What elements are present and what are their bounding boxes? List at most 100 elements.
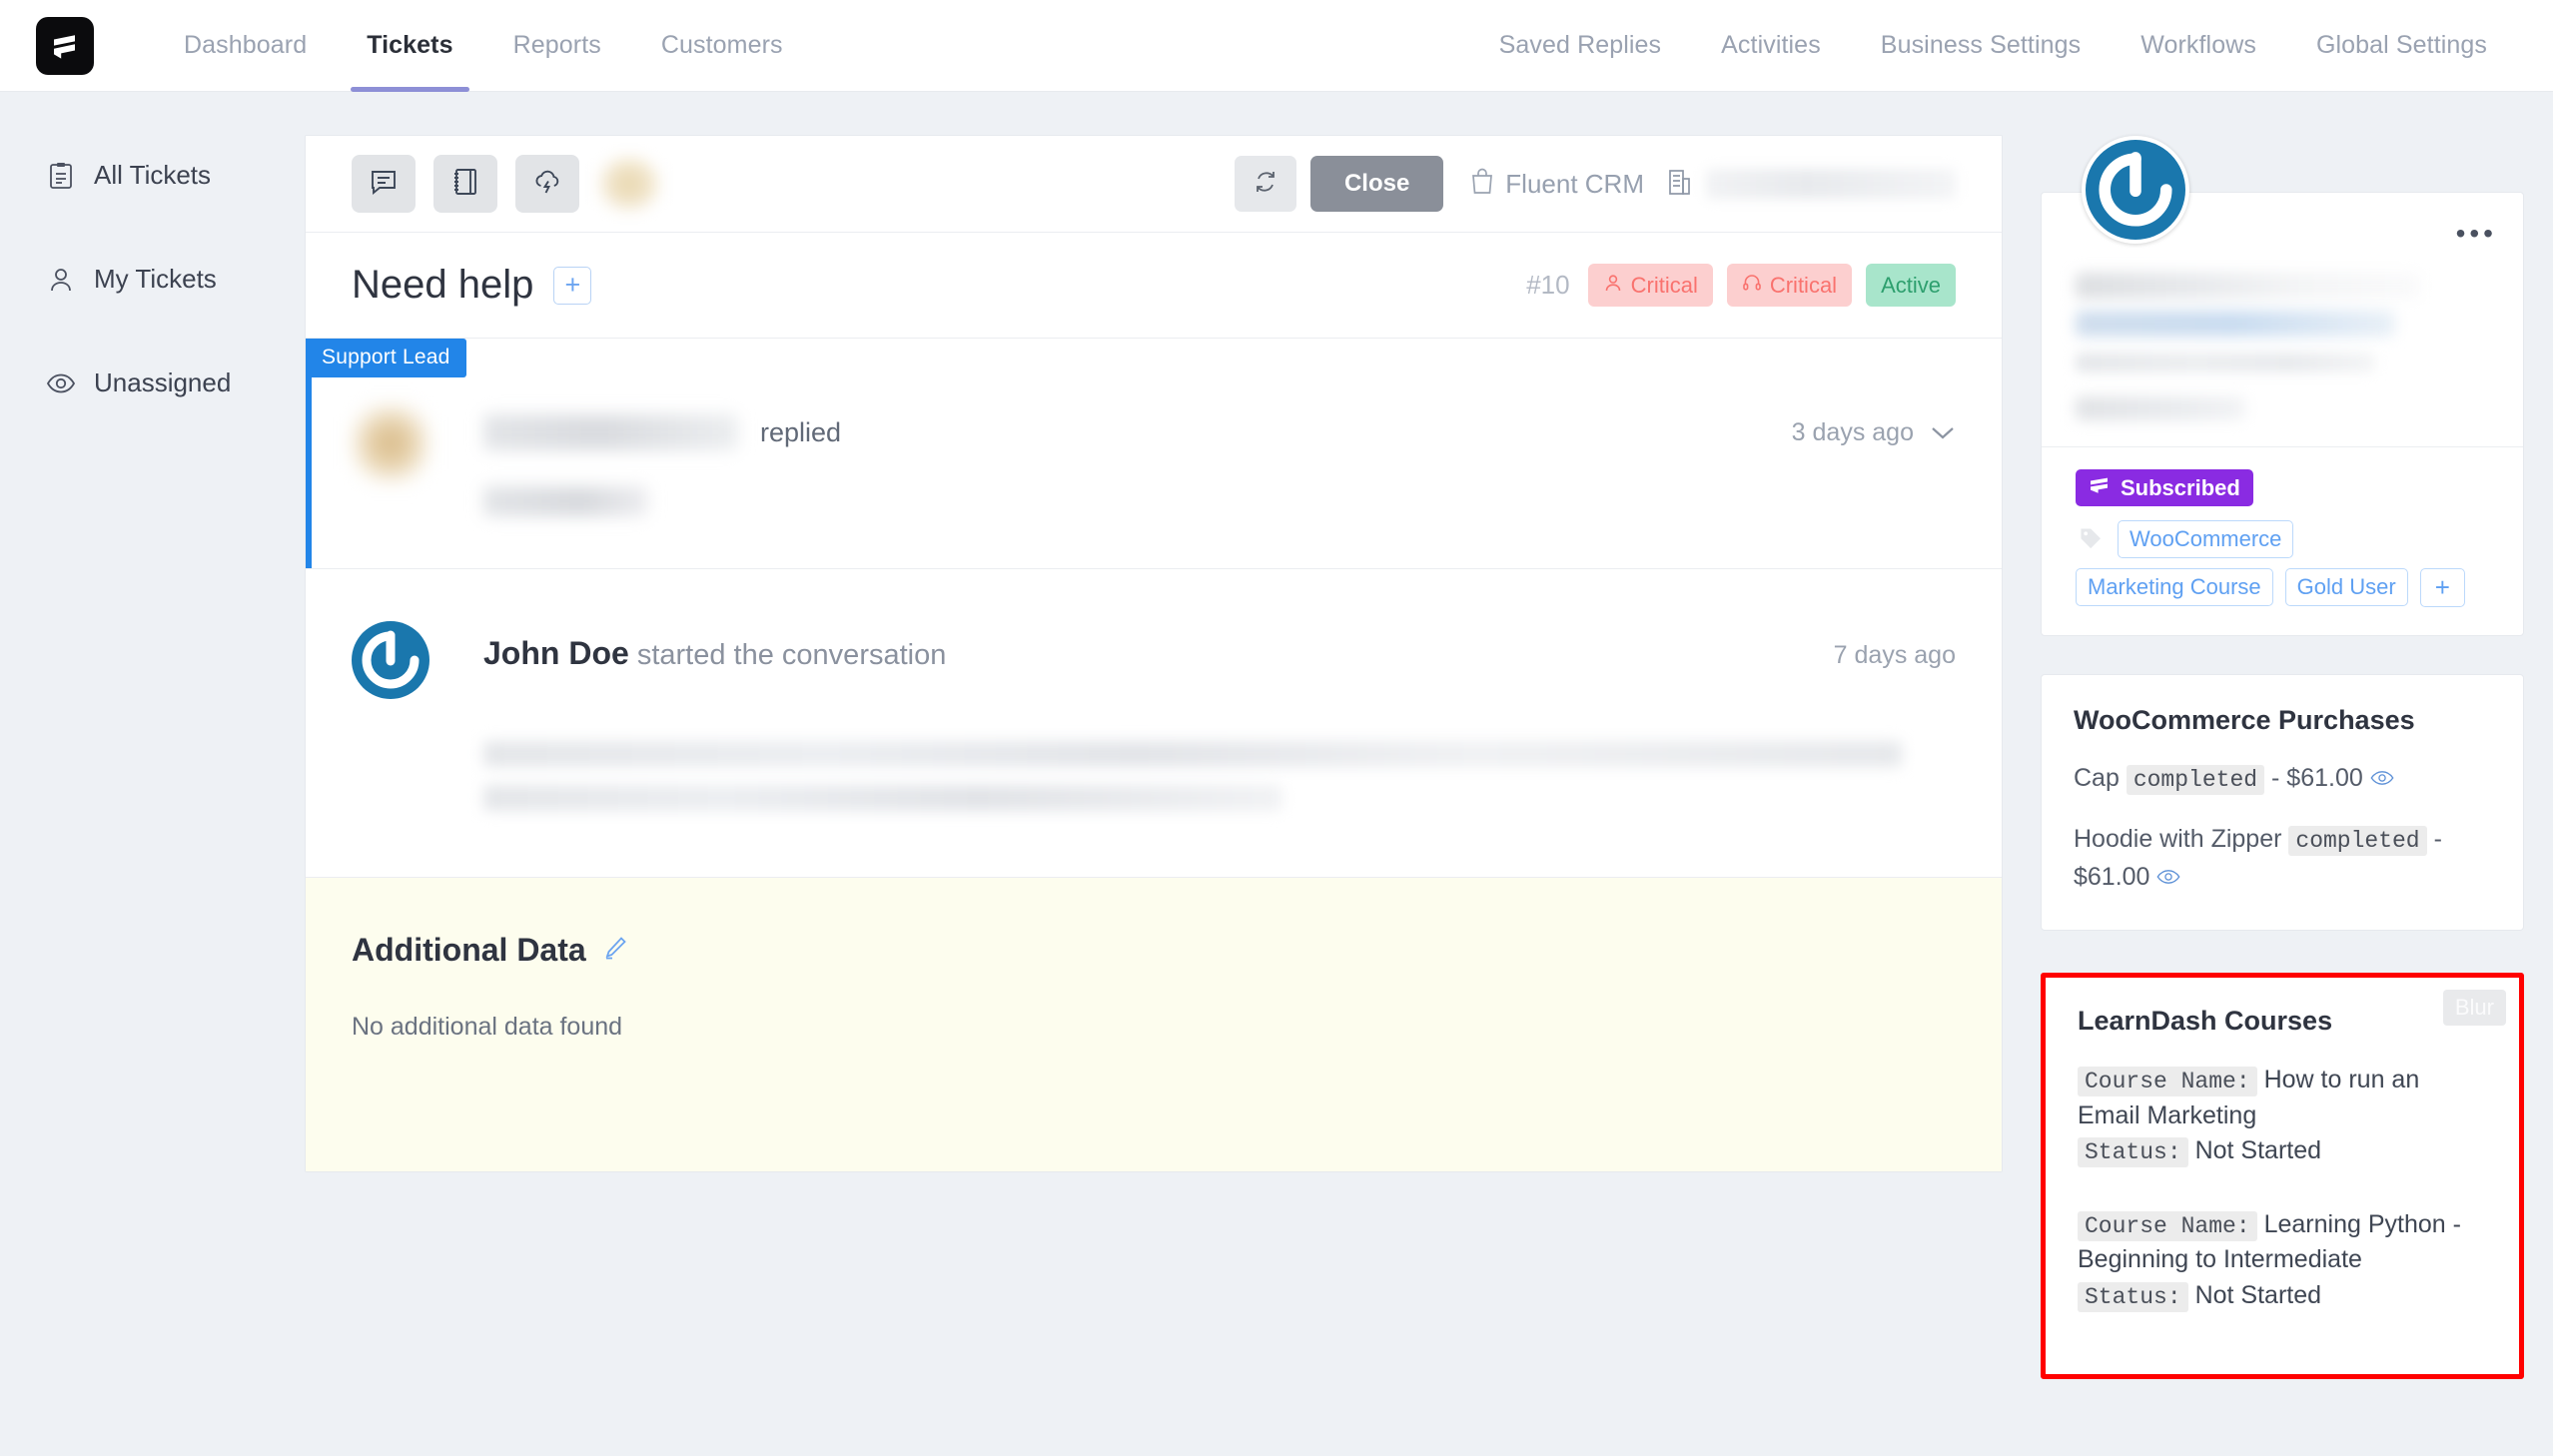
contact-extra-redacted: [2076, 396, 2245, 420]
reply-button[interactable]: [352, 155, 416, 213]
fluent-crm-link[interactable]: Fluent CRM: [1469, 167, 1644, 202]
nav-item-customers[interactable]: Customers: [631, 0, 813, 92]
nav-item-business-settings[interactable]: Business Settings: [1851, 0, 2111, 92]
app-logo[interactable]: [36, 16, 94, 75]
reply-action-label: replied: [760, 416, 842, 447]
status-badge-customer-priority[interactable]: Critical: [1587, 264, 1713, 307]
ellipsis-icon[interactable]: •••: [2456, 220, 2497, 248]
pencil-icon[interactable]: [602, 935, 628, 966]
badge-label: Critical: [1630, 272, 1698, 298]
course-status-label: Status:: [2078, 1281, 2188, 1312]
eye-icon[interactable]: [2370, 766, 2394, 791]
business-name-redacted: [1706, 169, 1956, 199]
contact-meta-redacted: [2076, 353, 2375, 372]
nav-item-dashboard[interactable]: Dashboard: [154, 0, 337, 92]
chevron-down-icon[interactable]: [1930, 418, 1956, 447]
purchase-name: Cap: [2074, 763, 2120, 792]
woocommerce-purchases-card: WooCommerce Purchases Cap completed - $6…: [2041, 673, 2524, 931]
course-name-line: Course Name: How to run an Email Marketi…: [2078, 1063, 2487, 1133]
purchase-separator: -: [2433, 825, 2442, 853]
badge-label: Critical: [1769, 272, 1838, 298]
reply-author-name-redacted: [483, 414, 738, 450]
additional-data-header: Additional Data: [352, 932, 1956, 969]
course-status-value: Not Started: [2194, 1280, 2322, 1309]
course-entry: Course Name: How to run an Email Marketi…: [2078, 1063, 2487, 1169]
refresh-icon: [1254, 170, 1277, 199]
additional-data-empty-text: No additional data found: [352, 1013, 623, 1041]
status-badge-agent-priority[interactable]: Critical: [1726, 264, 1853, 307]
sidebar-item-label: Unassigned: [94, 367, 232, 397]
add-tag-button[interactable]: +: [553, 266, 592, 305]
purchase-separator: -: [2271, 763, 2280, 792]
tag-item[interactable]: WooCommerce: [2118, 520, 2294, 558]
sidebar-item-unassigned[interactable]: Unassigned: [0, 350, 305, 416]
business-selector[interactable]: [1666, 168, 1692, 201]
contact-name-redacted: [2076, 273, 2420, 299]
start-header-row: John Doe started the conversation 7 days…: [352, 621, 1956, 699]
bag-icon: [1469, 167, 1495, 202]
tag-item[interactable]: Marketing Course: [2076, 568, 2273, 607]
ticket-title-row: Need help + #10 Critical Critical Active: [306, 233, 2002, 339]
additional-data-title: Additional Data: [352, 932, 586, 968]
learndash-card-title: LearnDash Courses: [2078, 1006, 2333, 1036]
course-name-label: Course Name:: [2078, 1067, 2257, 1096]
note-button[interactable]: [433, 155, 497, 213]
left-sidebar: All Tickets My Tickets Unassigned: [0, 92, 305, 416]
ticket-number: #10: [1526, 270, 1570, 300]
nav-item-reports[interactable]: Reports: [483, 0, 631, 92]
sidebar-item-my-tickets[interactable]: My Tickets: [0, 246, 305, 313]
close-ticket-button[interactable]: Close: [1309, 156, 1444, 212]
ticket-badges: #10 Critical Critical Active: [1526, 264, 1956, 307]
conversation-body-redacted-line-1: [483, 741, 1902, 767]
reply-timestamp: 3 days ago: [1791, 418, 1914, 446]
ticket-toolbar: Close Fluent CRM: [306, 136, 2002, 233]
course-status-line: Status: Not Started: [2078, 1278, 2487, 1314]
nav-item-global-settings[interactable]: Global Settings: [2286, 0, 2517, 92]
gravatar-power-icon: [352, 621, 429, 699]
toolbar-right-group: Close Fluent CRM: [1234, 156, 1956, 212]
nav-item-activities[interactable]: Activities: [1691, 0, 1851, 92]
subscription-label: Subscribed: [2121, 474, 2240, 500]
tag-item[interactable]: Gold User: [2284, 568, 2408, 607]
start-header-text: John Doe started the conversation: [483, 621, 946, 672]
subscription-status-badge[interactable]: Subscribed: [2076, 469, 2253, 506]
primary-nav-group: Dashboard Tickets Reports Customers: [154, 0, 813, 92]
learndash-courses-card: Blur LearnDash Courses Course Name: How …: [2041, 973, 2524, 1379]
course-name-label: Course Name:: [2078, 1210, 2257, 1241]
right-sidebar: ••• Subscribed WooCommerce Marketing Cou…: [2041, 135, 2524, 1379]
course-status-line: Status: Not Started: [2078, 1133, 2487, 1169]
fluent-crm-label: Fluent CRM: [1505, 168, 1644, 199]
reply-timestamp-group[interactable]: 3 days ago: [1792, 404, 1956, 447]
nav-item-tickets[interactable]: Tickets: [337, 0, 482, 92]
reply-body-redacted: [483, 486, 648, 516]
purchase-name: Hoodie with Zipper: [2074, 825, 2282, 853]
status-badge-active[interactable]: Active: [1866, 264, 1956, 307]
chat-bubble-icon: [369, 167, 399, 202]
add-tag-button[interactable]: +: [2419, 568, 2465, 607]
contact-tags-area: Subscribed WooCommerce Marketing Course …: [2042, 447, 2523, 635]
sidebar-item-all-tickets[interactable]: All Tickets: [0, 142, 305, 209]
refresh-button[interactable]: [1234, 156, 1296, 212]
fluent-support-logo-icon: [54, 34, 75, 59]
eye-icon[interactable]: [2156, 865, 2180, 890]
notebook-icon: [450, 167, 480, 202]
reply-author-avatar-redacted: [352, 404, 429, 482]
reply-header-row: replied 3 days ago: [352, 404, 1956, 516]
woocommerce-card-title: WooCommerce Purchases: [2074, 704, 2415, 735]
user-icon: [46, 265, 76, 295]
nav-item-saved-replies[interactable]: Saved Replies: [1469, 0, 1692, 92]
fluentcrm-icon: [2089, 475, 2111, 501]
purchase-row: Cap completed - $61.00: [2074, 760, 2491, 798]
nav-item-workflows[interactable]: Workflows: [2111, 0, 2286, 92]
assignee-avatar-redacted[interactable]: [597, 155, 661, 213]
automation-button[interactable]: [515, 155, 579, 213]
conversation-body-redacted-line-2: [483, 785, 1282, 811]
blur-toggle-button[interactable]: Blur: [2442, 990, 2506, 1026]
sidebar-item-label: All Tickets: [94, 160, 212, 190]
conversation-timestamp: 7 days ago: [1833, 641, 1956, 669]
contact-tag-list: WooCommerce Marketing Course Gold User +: [2076, 520, 2489, 607]
page-body: All Tickets My Tickets Unassigned Close …: [0, 92, 2553, 1456]
support-lead-tag: Support Lead: [306, 339, 466, 377]
tag-icon: [2076, 524, 2106, 554]
clipboard-list-icon: [46, 161, 76, 191]
